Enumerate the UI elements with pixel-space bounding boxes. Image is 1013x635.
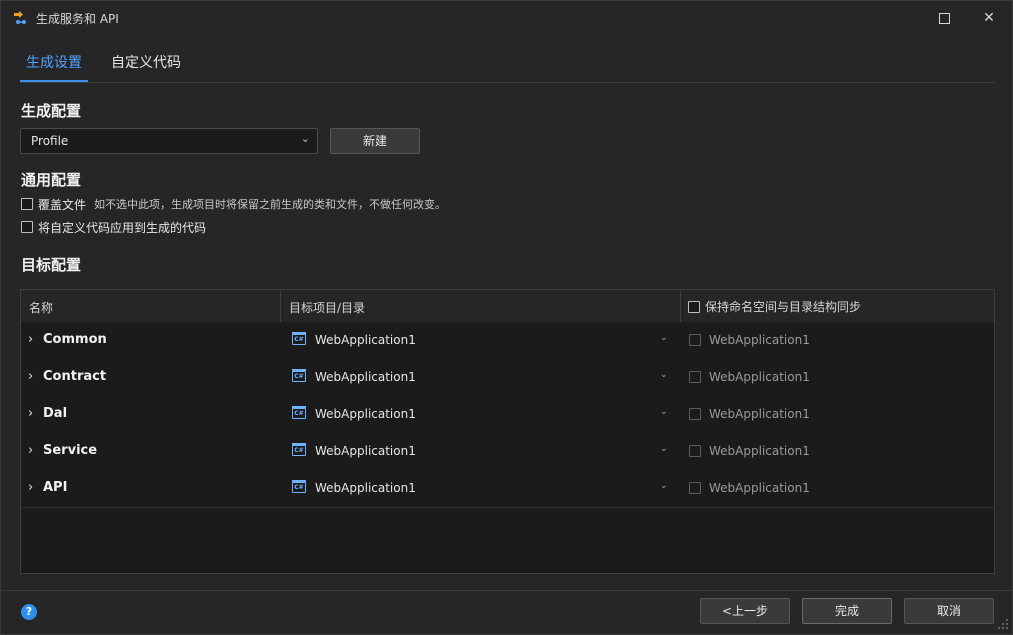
table-header: 名称 目标项目/目录 保持命名空间与目录结构同步 — [21, 290, 994, 323]
sync-namespace-value: WebApplication1 — [709, 444, 810, 458]
expand-chevron-icon[interactable]: › — [28, 332, 33, 347]
row-name: Dal — [43, 406, 68, 421]
expand-chevron-icon[interactable]: › — [28, 480, 33, 495]
expand-chevron-icon[interactable]: › — [28, 406, 33, 421]
apply-custom-code-label: 将自定义代码应用到生成的代码 — [38, 220, 207, 235]
sync-checkbox[interactable] — [689, 371, 701, 383]
cancel-button[interactable]: 取消 — [904, 598, 994, 624]
maximize-button[interactable] — [921, 1, 967, 35]
row-name: Common — [43, 332, 107, 347]
maximize-icon — [938, 12, 950, 24]
chevron-down-icon: ⌄ — [660, 481, 668, 491]
column-header-target: 目标项目/目录 — [289, 301, 366, 315]
target-project-select[interactable]: C# WebApplication1 ⌄ — [289, 359, 674, 396]
table-row[interactable]: › API C# WebApplication1 ⌄ WebApplicatio… — [21, 470, 994, 508]
title-bar: 生成服务和 API ✕ — [1, 1, 1012, 35]
dialog-window: 生成服务和 API ✕ 生成设置 自定义代码 生成配置 Profile ⌄ 新建… — [0, 0, 1013, 635]
tab-divider — [20, 82, 995, 83]
target-config-table: 名称 目标项目/目录 保持命名空间与目录结构同步 › Common C# Web… — [20, 289, 995, 574]
chevron-down-icon: ⌄ — [660, 407, 668, 417]
csharp-project-icon: C# — [292, 443, 306, 456]
profile-select-value: Profile — [31, 134, 69, 148]
chevron-down-icon: ⌄ — [660, 333, 668, 343]
window-title: 生成服务和 API — [36, 12, 119, 26]
target-project-select[interactable]: C# WebApplication1 ⌄ — [289, 433, 674, 470]
sync-cell: WebApplication1 — [689, 333, 810, 347]
table-row[interactable]: › Dal C# WebApplication1 ⌄ WebApplicatio… — [21, 396, 994, 434]
column-header-sync: 保持命名空间与目录结构同步 — [688, 298, 861, 315]
target-project-value: WebApplication1 — [315, 407, 416, 421]
target-project-select[interactable]: C# WebApplication1 ⌄ — [289, 322, 674, 359]
tab-generation-settings[interactable]: 生成设置 — [20, 49, 88, 79]
finish-button[interactable]: 完成 — [802, 598, 892, 624]
sync-checkbox[interactable] — [689, 445, 701, 457]
apply-custom-code-checkbox[interactable] — [21, 221, 33, 233]
csharp-project-icon: C# — [292, 480, 306, 493]
table-row[interactable]: › Contract C# WebApplication1 ⌄ WebAppli… — [21, 359, 994, 397]
chevron-down-icon: ⌄ — [660, 370, 668, 380]
target-project-select[interactable]: C# WebApplication1 ⌄ — [289, 396, 674, 433]
column-divider[interactable] — [280, 290, 281, 322]
column-header-name: 名称 — [29, 301, 54, 315]
sync-cell: WebApplication1 — [689, 444, 810, 458]
apply-custom-code-option: 将自定义代码应用到生成的代码 — [21, 219, 206, 235]
target-config-heading: 目标配置 — [21, 256, 82, 274]
table-row[interactable]: › Common C# WebApplication1 ⌄ WebApplica… — [21, 322, 994, 360]
sync-cell: WebApplication1 — [689, 481, 810, 495]
sync-namespace-value: WebApplication1 — [709, 370, 810, 384]
overwrite-files-label: 覆盖文件 — [38, 197, 87, 212]
generation-config-heading: 生成配置 — [21, 102, 82, 120]
target-project-value: WebApplication1 — [315, 370, 416, 384]
overwrite-files-checkbox[interactable] — [21, 198, 33, 210]
sync-cell: WebApplication1 — [689, 370, 810, 384]
table-row[interactable]: › Service C# WebApplication1 ⌄ WebApplic… — [21, 433, 994, 471]
sync-namespace-value: WebApplication1 — [709, 407, 810, 421]
previous-button[interactable]: <上一步 — [700, 598, 790, 624]
overwrite-files-hint: 如不选中此项，生成项目时将保留之前生成的类和文件，不做任何改变。 — [94, 198, 447, 211]
expand-chevron-icon[interactable]: › — [28, 443, 33, 458]
close-button[interactable]: ✕ — [966, 1, 1012, 35]
overwrite-files-option: 覆盖文件 如不选中此项，生成项目时将保留之前生成的类和文件，不做任何改变。 — [21, 196, 446, 212]
sync-checkbox[interactable] — [689, 482, 701, 494]
sync-checkbox[interactable] — [689, 334, 701, 346]
target-project-value: WebApplication1 — [315, 444, 416, 458]
chevron-down-icon: ⌄ — [300, 132, 310, 145]
sync-cell: WebApplication1 — [689, 407, 810, 421]
app-logo-icon — [14, 11, 26, 24]
csharp-project-icon: C# — [292, 406, 306, 419]
target-project-value: WebApplication1 — [315, 481, 416, 495]
csharp-project-icon: C# — [292, 332, 306, 345]
sync-namespace-value: WebApplication1 — [709, 333, 810, 347]
general-config-heading: 通用配置 — [21, 171, 82, 189]
expand-chevron-icon[interactable]: › — [28, 369, 33, 384]
help-icon[interactable]: ? — [21, 604, 37, 620]
row-name: Contract — [43, 369, 107, 384]
target-project-select[interactable]: C# WebApplication1 ⌄ — [289, 470, 674, 507]
new-profile-button[interactable]: 新建 — [330, 128, 420, 154]
profile-select[interactable]: Profile ⌄ — [20, 128, 318, 154]
close-icon: ✕ — [983, 10, 995, 26]
sync-namespace-value: WebApplication1 — [709, 481, 810, 495]
sync-checkbox[interactable] — [689, 408, 701, 420]
row-name: Service — [43, 443, 98, 458]
sync-header-label: 保持命名空间与目录结构同步 — [705, 300, 862, 314]
footer-divider — [1, 590, 1012, 591]
resize-grip-icon[interactable] — [997, 618, 1009, 630]
tab-custom-code[interactable]: 自定义代码 — [111, 49, 181, 79]
column-divider[interactable] — [680, 290, 681, 322]
csharp-project-icon: C# — [292, 369, 306, 382]
chevron-down-icon: ⌄ — [660, 444, 668, 454]
sync-all-checkbox[interactable] — [688, 300, 700, 313]
target-project-value: WebApplication1 — [315, 333, 416, 347]
row-name: API — [43, 480, 68, 495]
